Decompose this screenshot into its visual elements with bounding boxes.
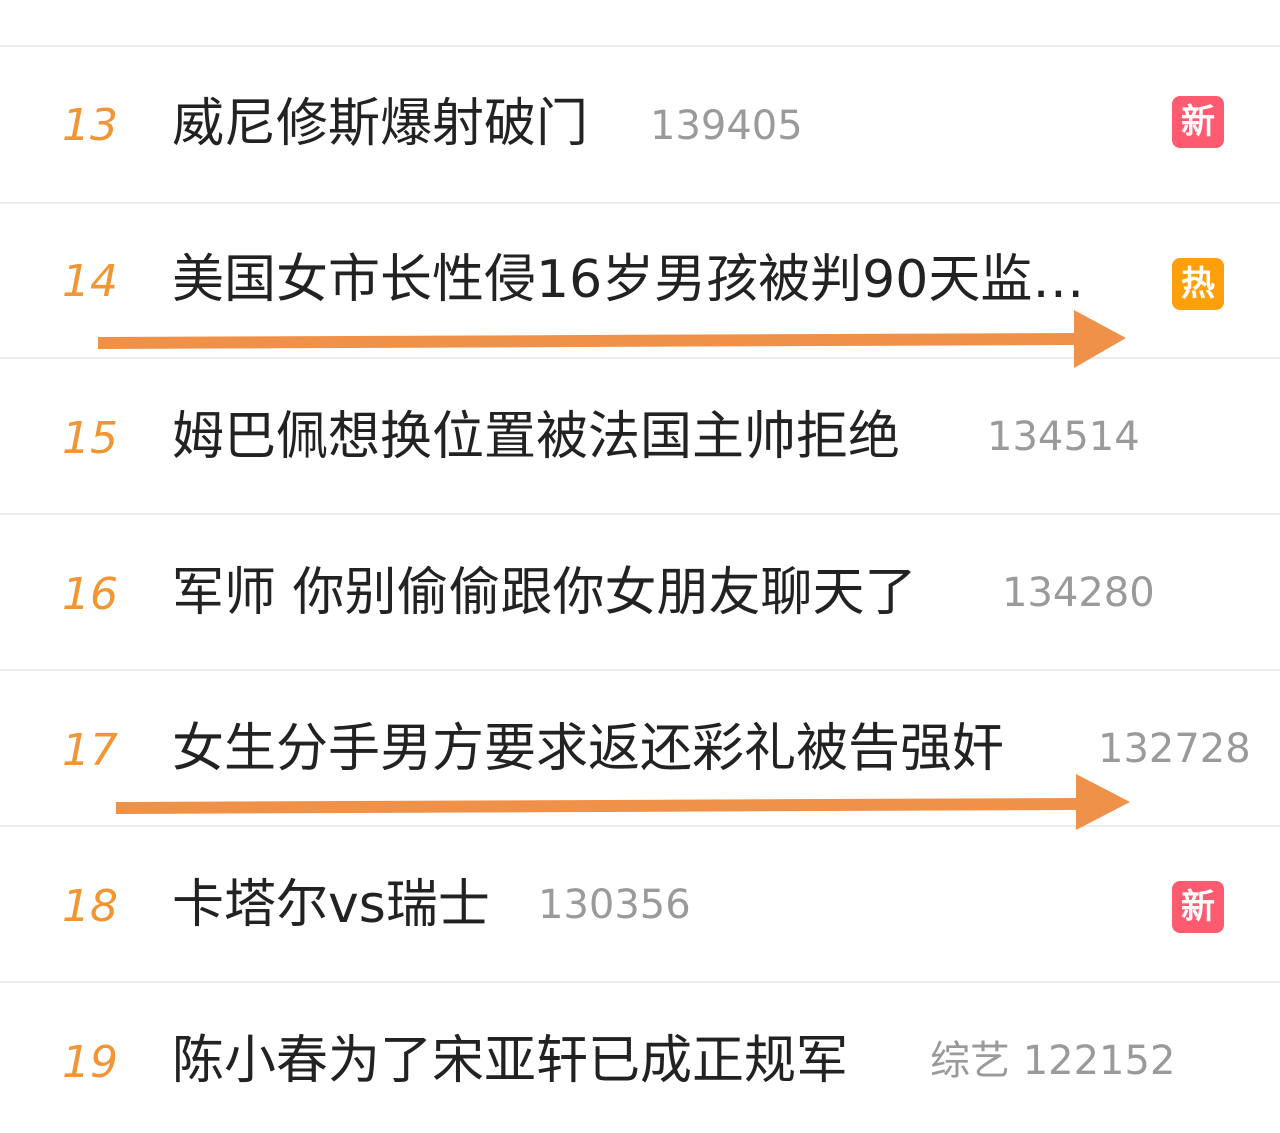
rank-number: 15 (62, 413, 118, 464)
rank-number: 16 (62, 569, 118, 620)
list-item[interactable]: 13 威尼修斯爆射破门 139405 新 (0, 48, 1280, 198)
topic-title[interactable]: 美国女市长性侵16岁男孩被判90天监… (172, 251, 1084, 309)
heat-count: 132728 (1098, 726, 1251, 772)
hot-search-list: 13 威尼修斯爆射破门 139405 新 14 美国女市长性侵16岁男孩被判90… (0, 0, 1280, 1122)
new-badge: 新 (1172, 96, 1224, 148)
rank-number: 18 (62, 881, 118, 932)
topic-title[interactable]: 陈小春为了宋亚轩已成正规军 (172, 1032, 848, 1090)
rank-number: 14 (62, 256, 118, 307)
topic-title[interactable]: 姆巴佩想换位置被法国主帅拒绝 (172, 408, 900, 466)
list-item[interactable]: 16 军师 你别偷偷跟你女朋友聊天了 134280 (0, 515, 1280, 665)
annotation-arrow (98, 310, 1126, 368)
heat-count: 综艺 122152 (930, 1038, 1176, 1084)
rank-number: 13 (62, 100, 118, 151)
rank-number: 19 (62, 1037, 118, 1088)
heat-count: 139405 (650, 103, 803, 149)
new-badge: 新 (1172, 881, 1224, 933)
divider (0, 45, 1280, 47)
list-item[interactable]: 19 陈小春为了宋亚轩已成正规军 综艺 122152 (0, 983, 1280, 1133)
annotation-arrow (116, 774, 1130, 830)
topic-title[interactable]: 威尼修斯爆射破门 (172, 95, 588, 153)
hot-badge: 热 (1172, 258, 1224, 310)
topic-title[interactable]: 军师 你别偷偷跟你女朋友聊天了 (172, 564, 917, 622)
heat-count: 134280 (1002, 570, 1155, 616)
heat-count: 134514 (987, 414, 1140, 460)
heat-count: 130356 (538, 882, 691, 928)
list-item[interactable]: 18 卡塔尔vs瑞士 130356 新 (0, 827, 1280, 977)
list-item[interactable]: 15 姆巴佩想换位置被法国主帅拒绝 134514 (0, 359, 1280, 509)
rank-number: 17 (62, 725, 118, 776)
topic-title[interactable]: 卡塔尔vs瑞士 (172, 876, 490, 934)
